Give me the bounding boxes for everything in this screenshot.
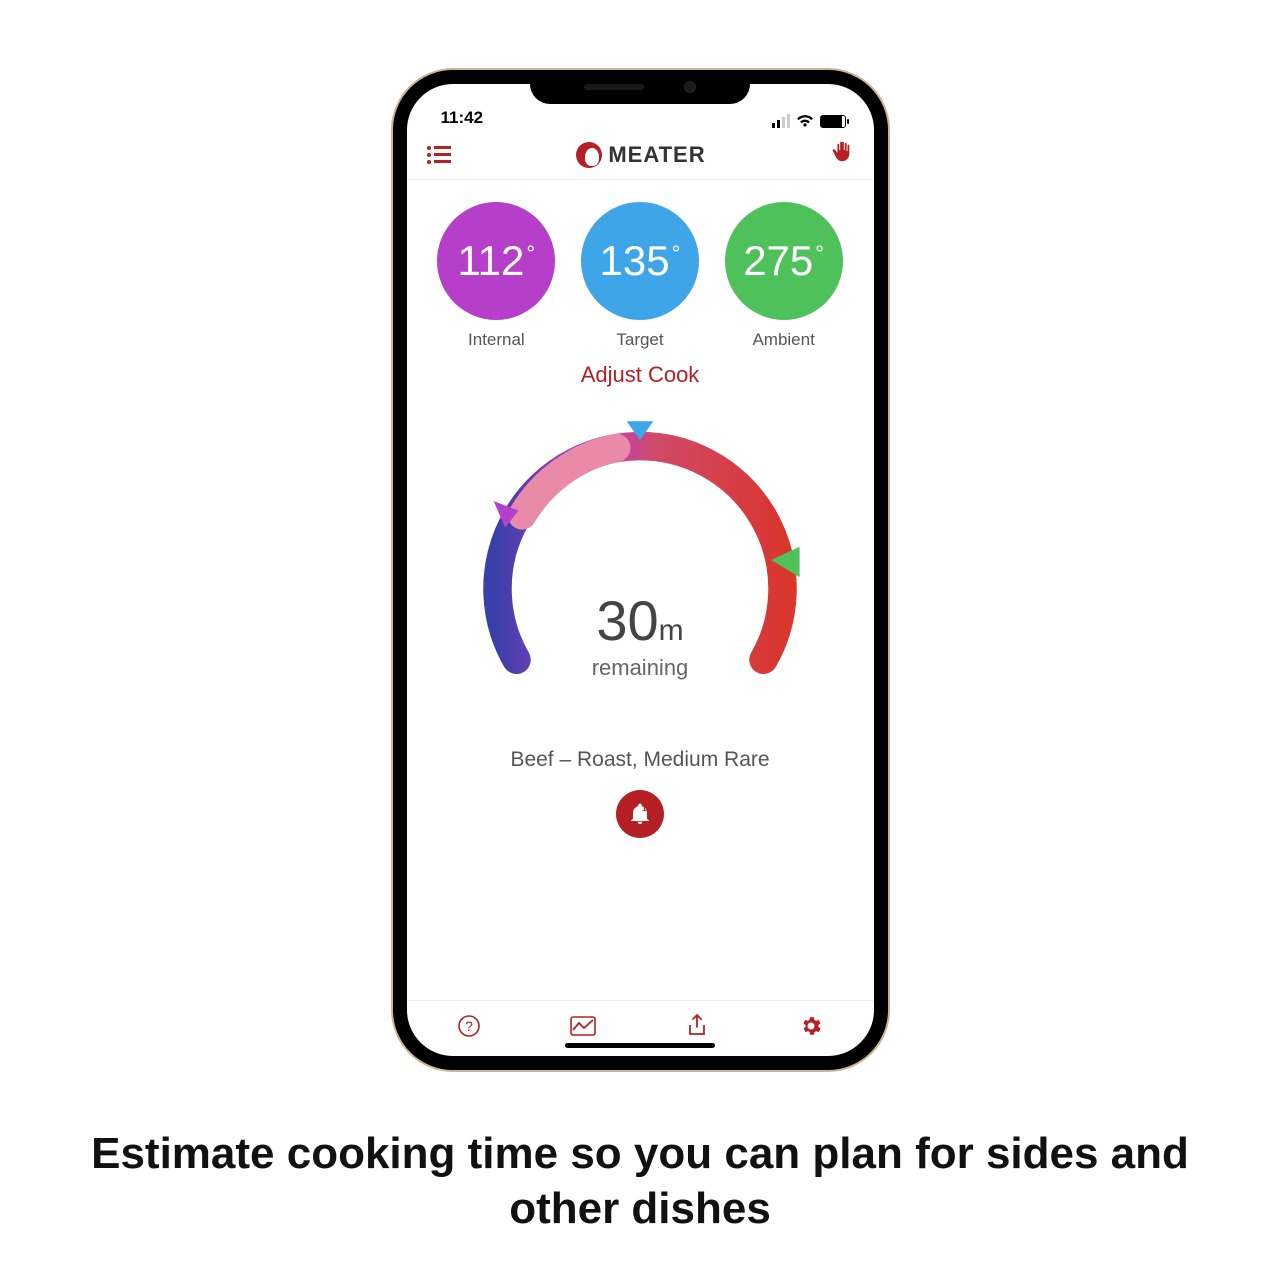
status-icons: [772, 114, 846, 128]
gauge-area: 30m remaining Beef – Roast, Medium Rare …: [407, 388, 874, 1000]
graph-button[interactable]: [569, 1014, 597, 1043]
svg-text:?: ?: [465, 1018, 473, 1034]
time-remaining-label: remaining: [407, 655, 874, 681]
phone-notch: [530, 70, 750, 104]
phone-frame: 11:42 MEATER 112° I: [393, 70, 888, 1070]
share-icon: [686, 1013, 708, 1039]
home-indicator[interactable]: [565, 1043, 715, 1048]
svg-text:1: 1: [642, 804, 647, 813]
alerts-button[interactable]: 1: [616, 790, 664, 838]
cook-description: Beef – Roast, Medium Rare: [437, 748, 844, 772]
time-remaining: 30m: [407, 588, 874, 653]
menu-button[interactable]: [427, 143, 451, 167]
help-icon: ?: [457, 1014, 481, 1038]
wifi-icon: [796, 114, 814, 128]
help-button[interactable]: ?: [455, 1014, 483, 1043]
app-screen: 11:42 MEATER 112° I: [407, 84, 874, 1056]
ambient-label: Ambient: [725, 330, 843, 350]
settings-button[interactable]: [797, 1014, 825, 1043]
internal-temp[interactable]: 112° Internal: [437, 202, 555, 350]
cellular-icon: [772, 114, 790, 128]
app-logo: MEATER: [576, 142, 705, 168]
marketing-caption: Estimate cooking time so you can plan fo…: [90, 1126, 1190, 1236]
target-temp[interactable]: 135° Target: [581, 202, 699, 350]
app-header: MEATER: [407, 130, 874, 180]
stop-hand-button[interactable]: [831, 141, 853, 169]
ambient-temp[interactable]: 275° Ambient: [725, 202, 843, 350]
target-label: Target: [581, 330, 699, 350]
gear-icon: [799, 1014, 823, 1038]
share-button[interactable]: [683, 1013, 711, 1044]
battery-icon: [820, 115, 846, 128]
adjust-cook-button[interactable]: Adjust Cook: [407, 362, 874, 388]
flame-icon: [576, 142, 602, 168]
internal-label: Internal: [437, 330, 555, 350]
hand-icon: [831, 141, 853, 163]
brand-name: MEATER: [608, 142, 705, 168]
graph-icon: [569, 1014, 597, 1038]
bell-icon: 1: [628, 802, 652, 826]
temperature-row: 112° Internal 135° Target 275° Ambient: [407, 180, 874, 356]
gauge-center: 30m remaining: [407, 588, 874, 681]
status-time: 11:42: [441, 108, 484, 128]
